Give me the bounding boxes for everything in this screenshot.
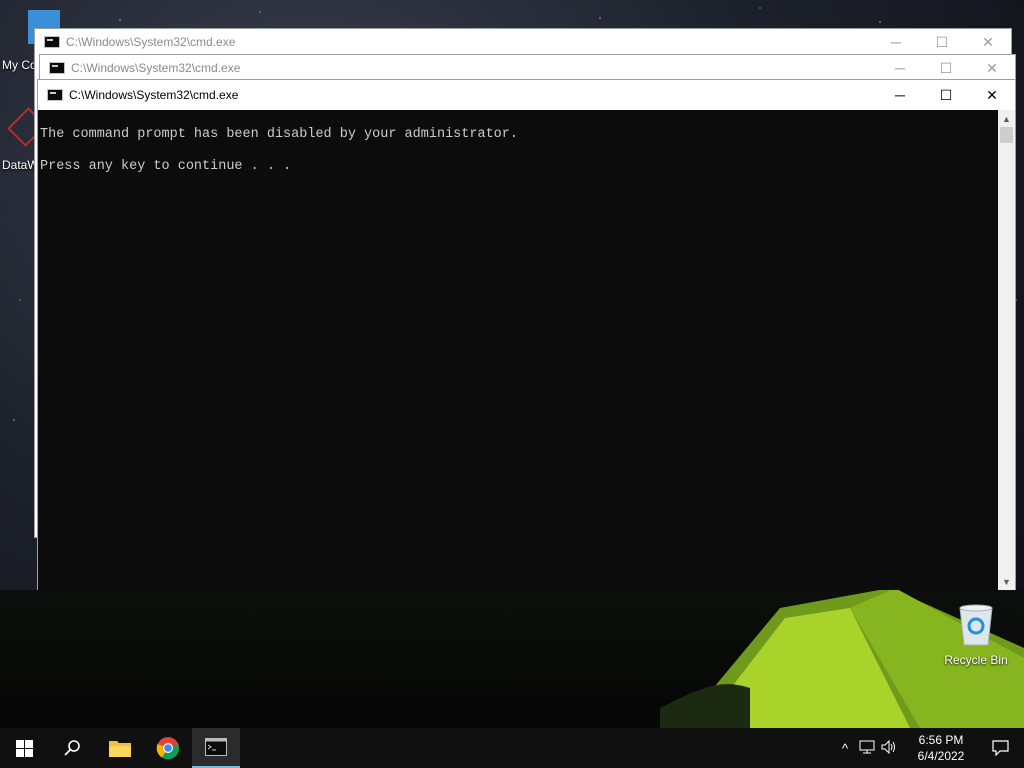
cmd-icon	[49, 62, 65, 74]
minimize-button[interactable]: ─	[877, 55, 923, 81]
minimize-button[interactable]: ─	[877, 80, 923, 110]
console-line: The command prompt has been disabled by …	[40, 127, 518, 142]
clock-date: 6/4/2022	[917, 749, 965, 763]
cmd-icon	[205, 738, 227, 756]
window-titlebar[interactable]: C:\Windows\System32\cmd.exe ─ ☐ ✕	[35, 29, 1011, 55]
network-icon[interactable]	[856, 740, 878, 757]
taskbar-cmd[interactable]	[192, 728, 240, 768]
cmd-icon	[44, 36, 60, 48]
window-titlebar[interactable]: C:\Windows\System32\cmd.exe ─ ☐ ✕	[40, 55, 1015, 81]
console-line: Press any key to continue . . .	[40, 159, 292, 174]
volume-icon[interactable]	[878, 739, 900, 757]
windows-start-icon	[15, 739, 33, 757]
system-tray: ^ 6:56 PM 6/4/2022	[834, 728, 1024, 768]
scrollbar-thumb[interactable]	[1000, 127, 1013, 143]
notification-icon	[991, 740, 1009, 756]
window-title: C:\Windows\System32\cmd.exe	[71, 61, 241, 75]
maximize-button[interactable]: ☐	[919, 29, 965, 55]
taskbar: ^ 6:56 PM 6/4/2022	[0, 728, 1024, 768]
scroll-up-arrow-icon[interactable]: ▲	[998, 110, 1015, 127]
cmd-window-active[interactable]: C:\Windows\System32\cmd.exe ─ ☐ ✕ The co…	[37, 79, 1016, 590]
window-title: C:\Windows\System32\cmd.exe	[66, 35, 236, 49]
close-button[interactable]: ✕	[969, 80, 1015, 110]
close-button[interactable]: ✕	[969, 55, 1015, 81]
taskbar-chrome[interactable]	[144, 728, 192, 768]
clock-time: 6:56 PM	[918, 733, 964, 747]
scroll-down-arrow-icon[interactable]: ▼	[998, 573, 1015, 590]
desktop-icon-label: My Co	[2, 58, 37, 72]
window-titlebar[interactable]: C:\Windows\System32\cmd.exe ─ ☐ ✕	[38, 80, 1015, 110]
recycle-bin-icon	[959, 604, 993, 646]
desktop-icon-label: Recycle Bin	[944, 653, 1008, 667]
vertical-scrollbar[interactable]: ▲ ▼	[998, 110, 1015, 590]
search-button[interactable]	[48, 728, 96, 768]
close-button[interactable]: ✕	[965, 29, 1011, 55]
taskbar-file-explorer[interactable]	[96, 728, 144, 768]
file-explorer-icon	[109, 741, 131, 757]
start-button[interactable]	[0, 728, 48, 768]
console-output[interactable]: The command prompt has been disabled by …	[38, 110, 999, 590]
chrome-icon	[156, 737, 180, 760]
minimize-button[interactable]: ─	[873, 29, 919, 55]
notification-center-button[interactable]	[976, 728, 1024, 768]
taskbar-clock[interactable]: 6:56 PM 6/4/2022	[906, 732, 976, 764]
show-hidden-icons-chevron-icon[interactable]: ^	[834, 741, 856, 756]
window-title: C:\Windows\System32\cmd.exe	[69, 88, 239, 102]
desktop-icon-recycle-bin[interactable]: Recycle Bin	[938, 604, 1014, 667]
maximize-button[interactable]: ☐	[923, 80, 969, 110]
search-icon	[64, 740, 80, 756]
maximize-button[interactable]: ☐	[923, 55, 969, 81]
cmd-icon	[47, 89, 63, 101]
